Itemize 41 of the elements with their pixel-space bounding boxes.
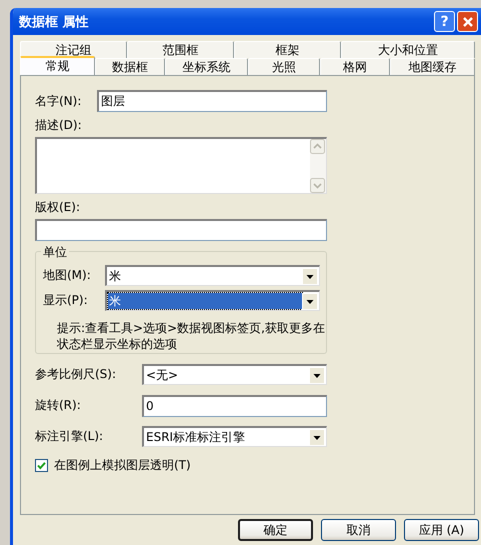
tab[interactable]: 框架 <box>234 41 341 58</box>
group-title: 单位 <box>41 244 69 261</box>
close-button[interactable] <box>457 11 478 32</box>
field-label: 标注引擎(L): <box>35 428 104 445</box>
window-title: 数据框 属性 <box>19 14 90 30</box>
tab[interactable]: 常规 <box>20 56 95 75</box>
tab[interactable]: 光照 <box>248 58 320 75</box>
field-label: 名字(N): <box>35 92 82 110</box>
rotation-field[interactable]: 0 <box>142 394 327 416</box>
name-field[interactable]: 图层 <box>97 90 327 112</box>
hint-text: 提示:查看工具>选项>数据视图标签页,获取更多在状态栏显示坐标的选项 <box>57 320 325 352</box>
close-icon <box>462 16 474 28</box>
checkbox-label: 在图例上模拟图层透明(T) <box>54 457 191 474</box>
tab[interactable]: 坐标系统 <box>165 58 248 75</box>
field-label: 参考比例尺(S): <box>35 366 118 383</box>
dropdown-value: 米 <box>108 268 122 284</box>
field-label: 版权(E): <box>35 199 80 216</box>
unit-dropdown[interactable]: 米 <box>105 265 320 286</box>
tab[interactable]: 大小和位置 <box>341 41 475 58</box>
field-label: 地图(M): <box>43 267 92 284</box>
field-label: 描述(D): <box>35 117 82 134</box>
field-label: 显示(P): <box>43 292 89 309</box>
checkbox[interactable] <box>35 459 48 472</box>
dropdown[interactable]: <无> <box>142 364 327 385</box>
tab[interactable]: 格网 <box>320 58 390 75</box>
dialog-button[interactable]: 应用 (A) <box>404 519 479 541</box>
tab[interactable]: 范围框 <box>127 41 234 58</box>
dropdown[interactable]: ESRI标准标注引擎 <box>142 426 327 447</box>
dropdown-value: ESRI标准标注引擎 <box>145 429 246 445</box>
dropdown-value: 米 <box>108 293 302 309</box>
dropdown-value: <无> <box>145 367 180 383</box>
help-button[interactable]: ? <box>434 11 455 32</box>
copyright-field[interactable] <box>35 219 327 241</box>
tab[interactable]: 地图缓存 <box>390 58 475 75</box>
unit-dropdown[interactable]: 米 <box>105 290 320 311</box>
description-field[interactable] <box>35 137 327 194</box>
dialog-button[interactable]: 确定 <box>238 519 313 541</box>
tab[interactable]: 数据框 <box>95 58 165 75</box>
field-label: 旋转(R): <box>35 397 82 414</box>
tab[interactable]: 注记组 <box>20 41 127 58</box>
dialog-button[interactable]: 取消 <box>321 519 396 541</box>
